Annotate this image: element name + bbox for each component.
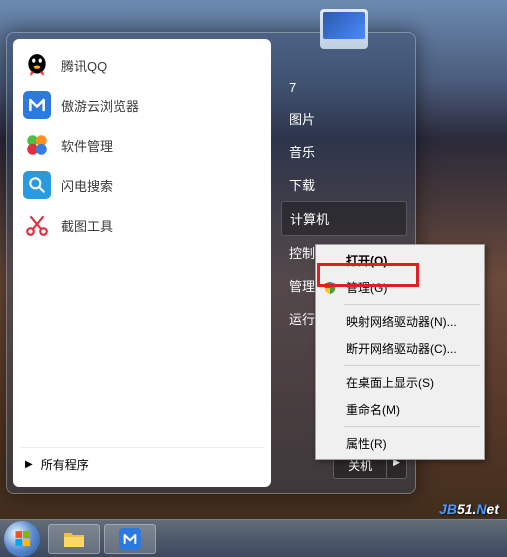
maxthon-icon <box>23 91 51 119</box>
search-icon <box>23 171 51 199</box>
ctx-disconnect-drive[interactable]: 断开网络驱动器(C)... <box>318 335 482 362</box>
ctx-rename[interactable]: 重命名(M) <box>318 396 482 423</box>
user-picture-frame[interactable] <box>320 9 368 57</box>
all-programs-button[interactable]: ▶ 所有程序 <box>19 447 265 481</box>
app-label: 腾讯QQ <box>61 56 107 75</box>
app-item-maxthon[interactable]: 傲游云浏览器 <box>19 85 265 125</box>
colorball-icon <box>23 131 51 159</box>
app-label: 软件管理 <box>61 136 113 155</box>
app-label: 傲游云浏览器 <box>61 96 139 115</box>
taskbar <box>0 519 507 557</box>
scissors-icon <box>23 211 51 239</box>
right-item-music[interactable]: 音乐 <box>281 135 407 168</box>
context-menu: 打开(O) 管理(G) 映射网络驱动器(N)... 断开网络驱动器(C)... … <box>315 244 485 460</box>
ctx-open[interactable]: 打开(O) <box>318 247 482 274</box>
maxthon-icon <box>119 528 141 550</box>
app-item-snipping-tool[interactable]: 截图工具 <box>19 205 265 245</box>
right-item-pictures[interactable]: 图片 <box>281 102 407 135</box>
app-item-qq[interactable]: 腾讯QQ <box>19 45 265 85</box>
ctx-separator <box>344 426 480 427</box>
ctx-separator <box>344 304 480 305</box>
app-item-lightning-search[interactable]: 闪电搜索 <box>19 165 265 205</box>
ctx-separator <box>344 365 480 366</box>
watermark: JB51.Net <box>439 501 499 517</box>
right-item-downloads[interactable]: 下载 <box>281 168 407 201</box>
pinned-apps-list: 腾讯QQ 傲游云浏览器 软件管理 闪电搜索 <box>19 45 265 447</box>
right-item-user[interactable]: 7 <box>281 73 407 102</box>
app-label: 闪电搜索 <box>61 176 113 195</box>
arrow-right-icon: ▶ <box>25 459 33 470</box>
ctx-properties[interactable]: 属性(R) <box>318 430 482 457</box>
right-item-computer[interactable]: 计算机 <box>281 201 407 236</box>
app-item-software-manage[interactable]: 软件管理 <box>19 125 265 165</box>
shield-icon <box>323 281 337 295</box>
qq-icon <box>23 51 51 79</box>
taskbar-item-maxthon[interactable] <box>104 524 156 554</box>
all-programs-label: 所有程序 <box>41 456 89 473</box>
monitor-icon <box>320 9 368 49</box>
start-button[interactable] <box>4 521 40 557</box>
ctx-map-drive[interactable]: 映射网络驱动器(N)... <box>318 308 482 335</box>
folder-icon <box>62 529 86 549</box>
start-menu-left-panel: 腾讯QQ 傲游云浏览器 软件管理 闪电搜索 <box>13 39 271 487</box>
ctx-show-on-desktop[interactable]: 在桌面上显示(S) <box>318 369 482 396</box>
ctx-manage[interactable]: 管理(G) <box>318 274 482 301</box>
windows-logo-icon <box>15 531 30 547</box>
app-label: 截图工具 <box>61 216 113 235</box>
taskbar-item-explorer[interactable] <box>48 524 100 554</box>
